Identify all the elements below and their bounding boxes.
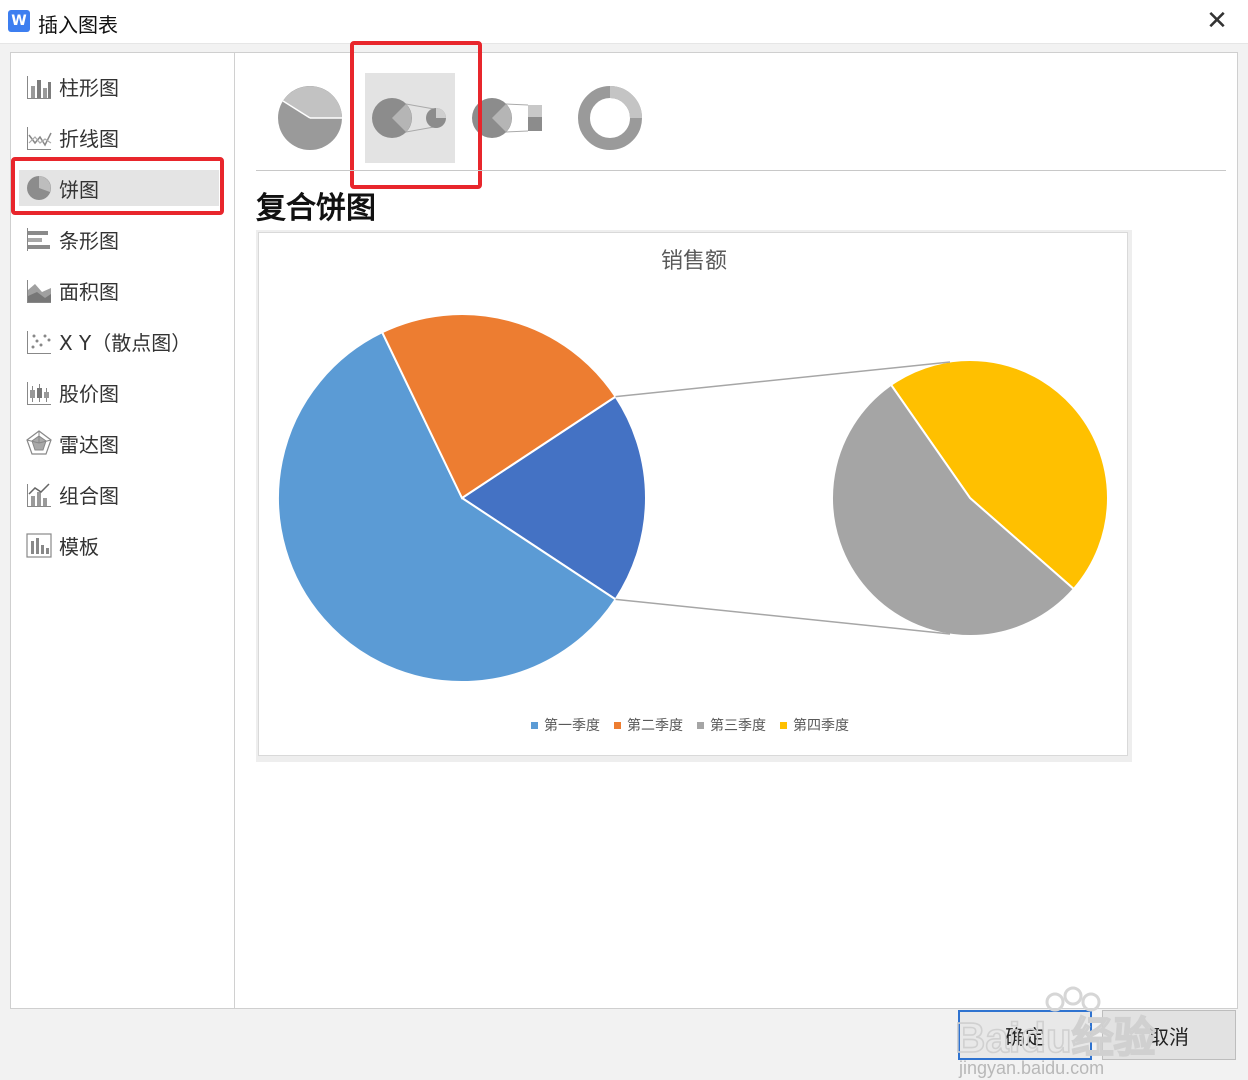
wps-writer-icon: W [8, 10, 30, 32]
combo-chart-icon [27, 483, 51, 507]
scatter-chart-icon [27, 331, 51, 354]
legend-swatch-2 [614, 722, 621, 729]
area-chart-icon [27, 280, 51, 303]
subtype-title: 复合饼图 [256, 191, 376, 226]
pie-chart-icon [27, 176, 51, 200]
sidebar-item-template[interactable]: 模板 [19, 527, 219, 563]
legend-label-2: 第二季度 [627, 717, 683, 734]
sidebar-item-area[interactable]: 面积图 [19, 272, 219, 308]
sidebar-item-pie[interactable]: 饼图 [19, 170, 219, 206]
stock-chart-icon [27, 382, 51, 405]
chart-preview-frame: 销售额第一季度 第二季度 第三季度 第四季度 [256, 230, 1132, 762]
sidebar-item-column[interactable]: 柱形图 [19, 68, 219, 104]
sidebar-item-label: 条形图 [59, 228, 119, 253]
bar-chart-icon [27, 228, 50, 251]
legend-label-4: 第四季度 [793, 717, 849, 734]
subtype-pie[interactable] [265, 73, 355, 163]
sidebar-item-label: 饼图 [59, 177, 99, 202]
dialog-body: 柱形图 折线图 饼图 条形图 面积图 X Y（散点图） 股价图 雷达图 组合图 … [0, 41, 1248, 1080]
cancel-button[interactable]: 取消 [1102, 1010, 1236, 1060]
legend-swatch-1 [531, 722, 538, 729]
chart-title: 销售额 [661, 249, 727, 274]
legend-swatch-3 [697, 722, 704, 729]
radar-chart-icon [26, 430, 52, 455]
chart-preview-panel: 复合饼图 销售额第一季度 第二季度 第三季度 第四季度 [236, 41, 1237, 1008]
column-chart-icon [27, 76, 51, 99]
sidebar-item-label: 面积图 [59, 279, 119, 304]
sidebar-item-label: 柱形图 [59, 75, 119, 100]
legend-label-1: 第一季度 [544, 717, 600, 734]
sidebar-item-label: 折线图 [59, 126, 119, 151]
sidebar-item-stock[interactable]: 股价图 [19, 374, 219, 410]
pie-of-pie-icon [372, 98, 446, 138]
template-icon [26, 533, 52, 558]
legend-swatch-4 [780, 722, 787, 729]
title-bar: W 插入图表 ✕ [0, 0, 1248, 44]
ok-button[interactable]: 确定 [958, 1010, 1092, 1060]
divider [256, 170, 1226, 171]
content-frame: 柱形图 折线图 饼图 条形图 面积图 X Y（散点图） 股价图 雷达图 组合图 … [10, 41, 1238, 1009]
subtype-bar-of-pie[interactable] [465, 73, 555, 163]
chart-preview: 销售额第一季度 第二季度 第三季度 第四季度 [258, 232, 1128, 756]
sidebar-item-label: 雷达图 [59, 432, 119, 457]
sidebar-item-label: X Y（散点图） [59, 330, 192, 355]
line-chart-icon [27, 127, 52, 150]
subtype-doughnut[interactable] [565, 73, 655, 163]
pie-icon [278, 86, 342, 150]
dialog-title: 插入图表 [38, 13, 118, 37]
sidebar-item-bar[interactable]: 条形图 [19, 221, 219, 257]
close-button[interactable]: ✕ [1202, 6, 1232, 36]
sidebar-item-radar[interactable]: 雷达图 [19, 425, 219, 461]
sidebar-item-line[interactable]: 折线图 [19, 119, 219, 155]
bar-of-pie-icon [472, 98, 542, 138]
sidebar-item-label: 组合图 [59, 483, 119, 508]
watermark-url: jingyan.baidu.com [958, 1058, 1104, 1078]
subtype-pie-of-pie[interactable] [365, 73, 455, 163]
chart-type-sidebar: 柱形图 折线图 饼图 条形图 面积图 X Y（散点图） 股价图 雷达图 组合图 … [11, 53, 235, 1008]
pie-of-pie-chart: 销售额第一季度 第二季度 第三季度 第四季度 [277, 249, 1109, 734]
sidebar-item-label: 股价图 [59, 381, 119, 406]
sidebar-item-label: 模板 [59, 534, 99, 559]
sidebar-item-scatter[interactable]: X Y（散点图） [19, 323, 219, 359]
sidebar-item-combo[interactable]: 组合图 [19, 476, 219, 512]
legend-label-3: 第三季度 [710, 717, 766, 734]
doughnut-icon [578, 86, 642, 150]
